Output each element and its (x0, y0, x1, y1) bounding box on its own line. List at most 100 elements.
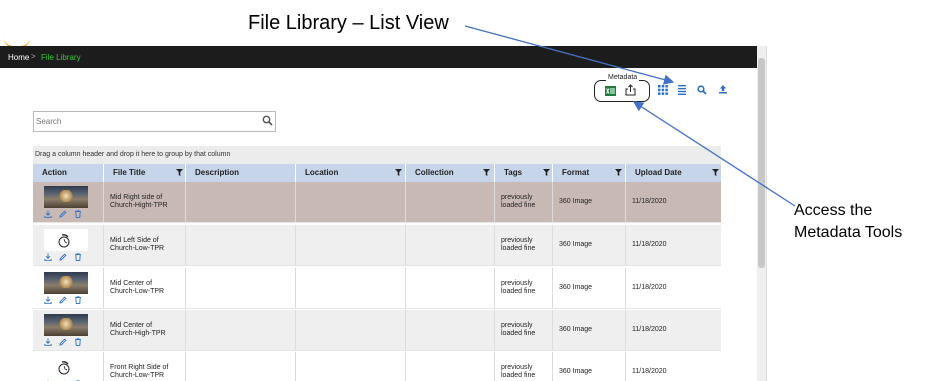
filter-icon[interactable] (483, 169, 490, 176)
annotation-callout-line1: Access the (794, 202, 873, 219)
cell-text-line: loaded fine (501, 245, 536, 252)
cell-upload-date: 11/18/2020 (625, 182, 721, 222)
cell-file-title: Mid Center of Church-Low-TPR (103, 268, 185, 308)
column-header-description[interactable]: Description (185, 164, 295, 182)
filter-icon[interactable] (543, 169, 550, 176)
search-input[interactable] (36, 113, 246, 129)
cell-text-line: Church-Hight-TPR (110, 202, 168, 209)
cell-file-title: Front Right Side of Church-Low-TPR (103, 352, 185, 381)
excel-icon[interactable] (605, 86, 616, 96)
annotation-callout-line2: Metadata Tools (794, 224, 903, 241)
table-row[interactable]: Mid Left Side of Church-Low-TPR previously… (33, 225, 721, 266)
cell-location (295, 268, 405, 308)
edit-icon[interactable] (59, 253, 67, 261)
cell-text-line: loaded fine (501, 288, 536, 295)
thumbnail[interactable] (44, 314, 88, 336)
cell-action (33, 352, 103, 381)
breadcrumb-home[interactable]: Home (8, 53, 29, 62)
column-header-location[interactable]: Location (295, 164, 405, 182)
table-row[interactable]: Mid Right side of Church-Hight-TPR previou… (33, 182, 721, 223)
cell-format: 360 Image (552, 352, 625, 381)
filter-icon[interactable] (395, 169, 402, 176)
loading-icon (58, 234, 70, 248)
cell-description (185, 268, 295, 308)
cell-tags: previously loaded fine (494, 310, 552, 350)
cell-text: Front Right Side of Church-Low-TPR (110, 364, 168, 380)
cell-upload-date: 11/18/2020 (625, 352, 721, 381)
edit-icon[interactable] (59, 296, 67, 304)
download-icon[interactable] (44, 296, 52, 304)
cell-text-line: previously (501, 237, 533, 244)
cell-format: 360 Image (552, 310, 625, 350)
column-header-format[interactable]: Format (552, 164, 625, 182)
download-icon[interactable] (44, 338, 52, 346)
column-header-label: Tags (504, 168, 523, 177)
column-header-label: Location (305, 168, 339, 177)
cell-text-line: Mid Center of (110, 322, 153, 329)
cell-collection (405, 268, 494, 308)
cell-text-line: Church-High-TPR (110, 330, 166, 337)
edit-icon[interactable] (59, 338, 67, 346)
cell-text: previously loaded fine (501, 194, 535, 210)
cell-text: 360 Image (559, 368, 593, 375)
cell-description (185, 310, 295, 350)
thumbnail[interactable] (44, 229, 88, 251)
cell-location (295, 310, 405, 350)
cell-action (33, 182, 103, 222)
delete-icon[interactable] (74, 296, 82, 304)
column-header-upload-date[interactable]: Upload Date (625, 164, 721, 182)
cell-format: 360 Image (552, 225, 625, 265)
scrollbar-thumb[interactable] (758, 58, 765, 268)
column-header-action[interactable]: Action (33, 164, 103, 182)
cell-file-title: Mid Center of Church-High-TPR (103, 310, 185, 350)
cell-text: 11/18/2020 (632, 326, 667, 333)
table-row[interactable]: Front Right Side of Church-Low-TPR previou… (33, 352, 721, 381)
column-header-label: Description (195, 168, 240, 177)
cell-action (33, 310, 103, 350)
cell-text: Mid Left Side of Church-Low-TPR (110, 237, 164, 253)
cell-text-line: Mid Right side of (110, 194, 163, 201)
cell-tags: previously loaded fine (494, 182, 552, 222)
column-header-label: Upload Date (635, 168, 682, 177)
column-header-collection[interactable]: Collection (405, 164, 494, 182)
search-submit-icon[interactable] (262, 115, 273, 126)
filter-icon[interactable] (615, 169, 622, 176)
thumbnail[interactable] (44, 272, 88, 294)
cell-upload-date: 11/18/2020 (625, 310, 721, 350)
table-row[interactable]: Mid Center of Church-High-TPR previously lo… (33, 310, 721, 351)
thumbnail[interactable] (44, 186, 88, 208)
grid-view-icon[interactable] (658, 85, 668, 95)
table-row[interactable]: Mid Center of Church-Low-TPR previously loa… (33, 268, 721, 309)
cell-description (185, 225, 295, 265)
upload-icon[interactable] (718, 84, 728, 94)
cell-action (33, 225, 103, 265)
top-navbar: Home > File Library (0, 46, 757, 68)
cell-collection (405, 225, 494, 265)
delete-icon[interactable] (74, 253, 82, 261)
column-header-file-title[interactable]: File Title (103, 164, 185, 182)
breadcrumb-separator: > (31, 52, 36, 61)
cell-tags: previously loaded fine (494, 352, 552, 381)
search-icon[interactable] (697, 85, 707, 95)
filter-icon[interactable] (712, 169, 719, 176)
vertical-scrollbar[interactable] (757, 46, 766, 381)
thumbnail[interactable] (44, 356, 88, 378)
export-icon[interactable] (625, 84, 636, 96)
edit-icon[interactable] (59, 210, 67, 218)
cell-text: previously loaded fine (501, 237, 535, 253)
cell-text-line: Church-Low-TPR (110, 245, 165, 252)
cell-description (185, 352, 295, 381)
list-view-icon[interactable] (677, 85, 687, 95)
filter-icon[interactable] (176, 169, 183, 176)
download-icon[interactable] (44, 210, 52, 218)
delete-icon[interactable] (74, 338, 82, 346)
cell-location (295, 352, 405, 381)
delete-icon[interactable] (74, 210, 82, 218)
cell-location (295, 225, 405, 265)
column-header-tags[interactable]: Tags (494, 164, 552, 182)
cell-text: 360 Image (559, 241, 593, 248)
download-icon[interactable] (44, 253, 52, 261)
cell-text: Mid Center of Church-Low-TPR (110, 280, 164, 296)
group-by-panel[interactable]: Drag a column header and drop it here to… (33, 146, 721, 164)
annotation-metadata-callout: Access the Metadata Tools (794, 200, 902, 244)
